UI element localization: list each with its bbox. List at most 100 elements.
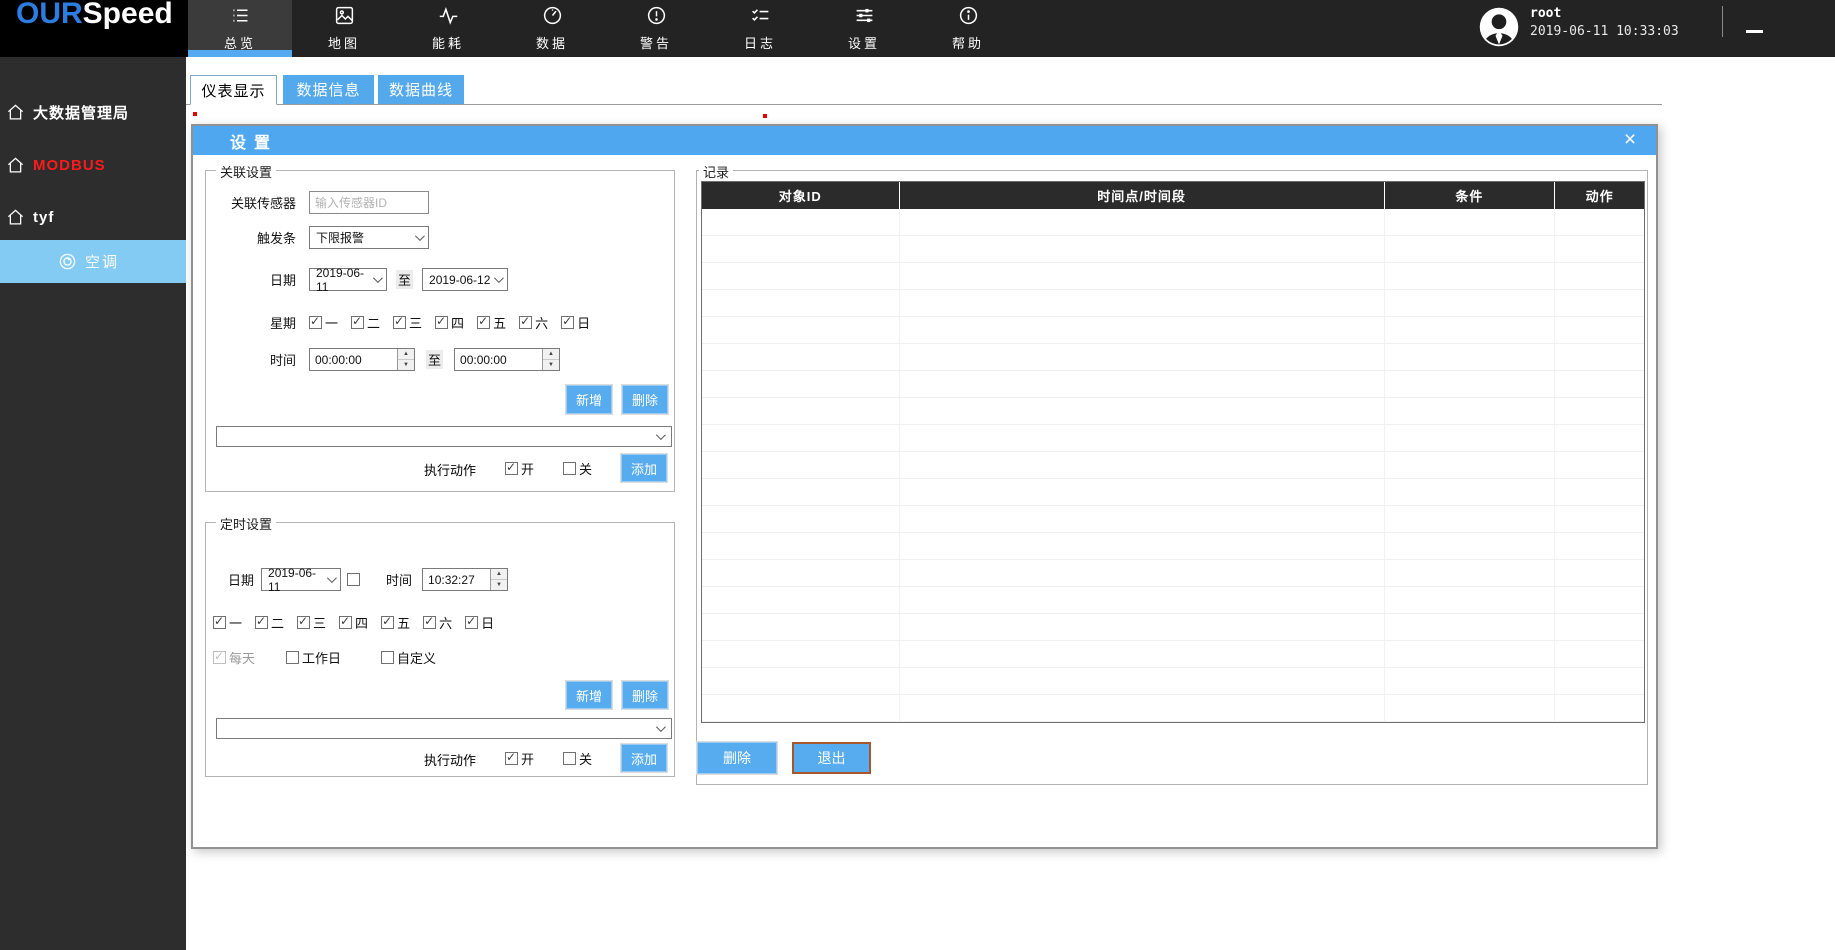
assoc-weekday-checkbox-3[interactable] [435, 316, 448, 329]
dialog-title-bar[interactable]: 设置 [193, 126, 1656, 155]
sidebar-item-big-data-bureau[interactable]: 大数据管理局 [0, 95, 186, 129]
timer-delete-button[interactable]: 删除 [622, 681, 668, 709]
table-row[interactable] [702, 209, 1644, 236]
timer-on-checkbox[interactable] [505, 752, 518, 765]
table-cell [900, 614, 1385, 640]
spinner-buttons[interactable]: ▲▼ [542, 349, 559, 370]
assoc-target-combobox[interactable] [216, 426, 672, 447]
nav-item-map[interactable]: 地图 [292, 0, 396, 57]
timer-weekday-checkbox-6[interactable] [465, 616, 478, 629]
assoc-weekday-checkbox-4[interactable] [477, 316, 490, 329]
table-row[interactable] [702, 371, 1644, 398]
tab-data-info[interactable]: 数据信息 [283, 75, 374, 104]
records-column-header-1[interactable]: 时间点/时间段 [900, 182, 1385, 209]
nav-item-log[interactable]: 日志 [708, 0, 812, 57]
table-row[interactable] [702, 317, 1644, 344]
assoc-weekday-checkbox-0[interactable] [309, 316, 322, 329]
timer-time-spinner[interactable]: 10:32:27▲▼ [422, 568, 508, 591]
assoc-off-checkbox[interactable] [563, 462, 576, 475]
timer-weekday-checkbox-5[interactable] [423, 616, 436, 629]
assoc-on-checkbox[interactable] [505, 462, 518, 475]
table-row[interactable] [702, 587, 1644, 614]
assoc-date-to-select[interactable]: 2019-06-12 [422, 268, 508, 291]
custom-checkbox[interactable] [381, 651, 394, 664]
tab-meter-display[interactable]: 仪表显示 [190, 75, 277, 105]
assoc-add-button[interactable]: 新增 [566, 385, 612, 414]
spinner-buttons[interactable]: ▲▼ [397, 349, 414, 370]
table-row[interactable] [702, 263, 1644, 290]
table-row[interactable] [702, 641, 1644, 668]
records-column-header-3[interactable]: 动作 [1555, 182, 1644, 209]
close-icon[interactable]: × [1616, 126, 1644, 155]
sidebar-item-modbus[interactable]: MODBUS [0, 148, 186, 182]
nav-item-settings[interactable]: 设置 [812, 0, 916, 57]
spinner-down-icon[interactable]: ▼ [491, 580, 507, 590]
table-row[interactable] [702, 452, 1644, 479]
spinner-up-icon[interactable]: ▲ [398, 349, 414, 360]
tab-data-curve[interactable]: 数据曲线 [378, 75, 464, 104]
timer-append-button[interactable]: 添加 [621, 744, 667, 772]
timer-weekday-checkbox-0[interactable] [213, 616, 226, 629]
assoc-delete-button[interactable]: 删除 [622, 385, 668, 414]
nav-item-help[interactable]: 帮助 [916, 0, 1020, 57]
table-row[interactable] [702, 290, 1644, 317]
spinner-up-icon[interactable]: ▲ [543, 349, 559, 360]
table-row[interactable] [702, 479, 1644, 506]
nav-item-alert[interactable]: 警告 [604, 0, 708, 57]
assoc-time-from-spinner[interactable]: 00:00:00▲▼ [309, 348, 415, 371]
gauge-icon [542, 5, 563, 26]
nav-label: 地图 [328, 33, 360, 52]
everyday-checkbox[interactable] [213, 651, 226, 664]
timer-off-label: 关 [579, 749, 592, 768]
nav-item-overview[interactable]: 总览 [188, 0, 292, 57]
assoc-date-from-select[interactable]: 2019-06-11 [309, 268, 387, 291]
spinner-down-icon[interactable]: ▼ [543, 360, 559, 370]
timer-date-select[interactable]: 2019-06-11 [261, 568, 341, 591]
assoc-append-button[interactable]: 添加 [621, 454, 667, 482]
table-row[interactable] [702, 398, 1644, 425]
table-cell [900, 668, 1385, 694]
timer-add-button[interactable]: 新增 [566, 681, 612, 709]
table-row[interactable] [702, 560, 1644, 587]
sensor-id-input[interactable]: 输入传感器ID [309, 191, 429, 214]
records-exit-button[interactable]: 退出 [792, 742, 871, 774]
timer-target-combobox[interactable] [216, 718, 672, 739]
records-delete-button[interactable]: 删除 [697, 742, 777, 774]
assoc-weekday-checkbox-1[interactable] [351, 316, 364, 329]
table-row[interactable] [702, 425, 1644, 452]
assoc-date-label: 日期 [206, 270, 296, 289]
timer-off-checkbox[interactable] [563, 752, 576, 765]
table-row[interactable] [702, 533, 1644, 560]
assoc-time-to-spinner[interactable]: 00:00:00▲▼ [454, 348, 560, 371]
records-column-header-2[interactable]: 条件 [1385, 182, 1556, 209]
assoc-weekday-checkbox-5[interactable] [519, 316, 532, 329]
timer-date-extra-checkbox[interactable] [347, 573, 360, 586]
spinner-buttons[interactable]: ▲▼ [490, 569, 507, 590]
nav-item-data[interactable]: 数据 [500, 0, 604, 57]
assoc-weekday-checkbox-2[interactable] [393, 316, 406, 329]
table-row[interactable] [702, 236, 1644, 263]
workday-checkbox[interactable] [286, 651, 299, 664]
timer-weekday-checkbox-4[interactable] [381, 616, 394, 629]
chevron-down-icon [327, 573, 337, 583]
trigger-select[interactable]: 下限报警 [309, 226, 429, 249]
table-row[interactable] [702, 668, 1644, 695]
timer-weekday-checkbox-1[interactable] [255, 616, 268, 629]
sidebar-item-air-conditioner[interactable]: 空调 [0, 240, 186, 283]
records-column-header-0[interactable]: 对象ID [702, 182, 900, 209]
timer-weekday-checkbox-2[interactable] [297, 616, 310, 629]
timer-weekday-checkbox-3[interactable] [339, 616, 352, 629]
table-row[interactable] [702, 614, 1644, 641]
table-cell [1555, 344, 1644, 370]
sidebar-item-tyf[interactable]: tyf [0, 200, 186, 234]
minimize-icon[interactable] [1746, 30, 1763, 33]
spinner-down-icon[interactable]: ▼ [398, 360, 414, 370]
table-cell [1385, 695, 1556, 721]
assoc-weekday-checkbox-6[interactable] [561, 316, 574, 329]
table-row[interactable] [702, 695, 1644, 722]
table-row[interactable] [702, 344, 1644, 371]
spinner-up-icon[interactable]: ▲ [491, 569, 507, 580]
table-row[interactable] [702, 506, 1644, 533]
table-cell [702, 506, 900, 532]
nav-item-energy[interactable]: 能耗 [396, 0, 500, 57]
